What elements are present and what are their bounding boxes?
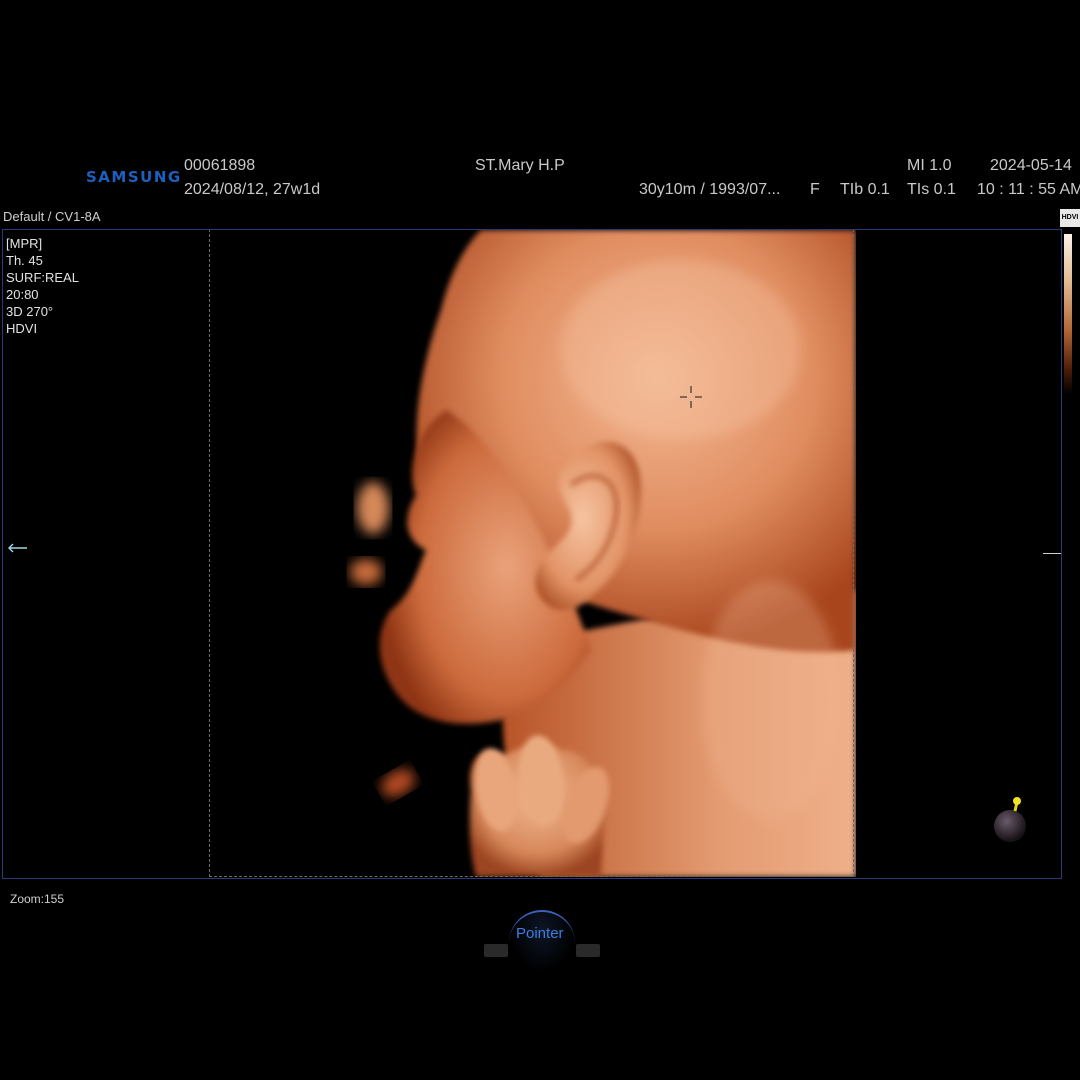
preset-label: Default / CV1-8A	[3, 209, 101, 224]
current-date: 2024-05-14	[990, 157, 1072, 174]
exam-date-ga: 2024/08/12, 27w1d	[184, 181, 321, 198]
soft-key-right[interactable]	[576, 944, 600, 957]
soft-key-left[interactable]	[484, 944, 508, 957]
param-rotation: 3D 270°	[6, 304, 54, 319]
param-ratio: 20:80	[6, 287, 39, 302]
patient-age-dob: 30y10m / 1993/07...	[639, 181, 781, 198]
param-surface: SURF:REAL	[6, 270, 79, 285]
right-marker-line	[1043, 553, 1061, 554]
patient-id: 00061898	[184, 157, 256, 174]
brand-logo: SAMSUNG	[86, 168, 182, 186]
left-arrow-icon	[8, 543, 27, 553]
patient-sex: F	[810, 181, 820, 198]
param-thickness: Th. 45	[6, 253, 43, 268]
image-viewport[interactable]: [MPR] Th. 45 SURF:REAL 20:80 3D 270° HDV…	[2, 229, 1062, 879]
mechanical-index: MI 1.0	[907, 157, 952, 174]
current-time: 10 : 11 : 55 AM	[977, 181, 1080, 198]
zoom-level: Zoom:155	[10, 892, 65, 906]
hdvi-colorbar	[1064, 234, 1072, 394]
imaging-params: [MPR] Th. 45 SURF:REAL 20:80 3D 270° HDV…	[6, 235, 79, 337]
colorbar-label: HDVI	[1060, 209, 1080, 227]
hospital-name: ST.Mary H.P	[475, 157, 565, 174]
orientation-marker-icon	[994, 797, 1026, 842]
ultrasound-screen: SAMSUNG 00061898 2024/08/12, 27w1d ST.Ma…	[0, 0, 1080, 1080]
crosshair-icon[interactable]	[679, 385, 703, 409]
pointer-label[interactable]: Pointer	[516, 925, 564, 942]
thermal-index-soft: TIs 0.1	[907, 181, 956, 198]
thermal-index-bone: TIb 0.1	[840, 181, 890, 198]
param-render: HDVI	[6, 321, 38, 336]
roi-box[interactable]	[209, 230, 854, 877]
param-mode: [MPR]	[6, 236, 43, 251]
